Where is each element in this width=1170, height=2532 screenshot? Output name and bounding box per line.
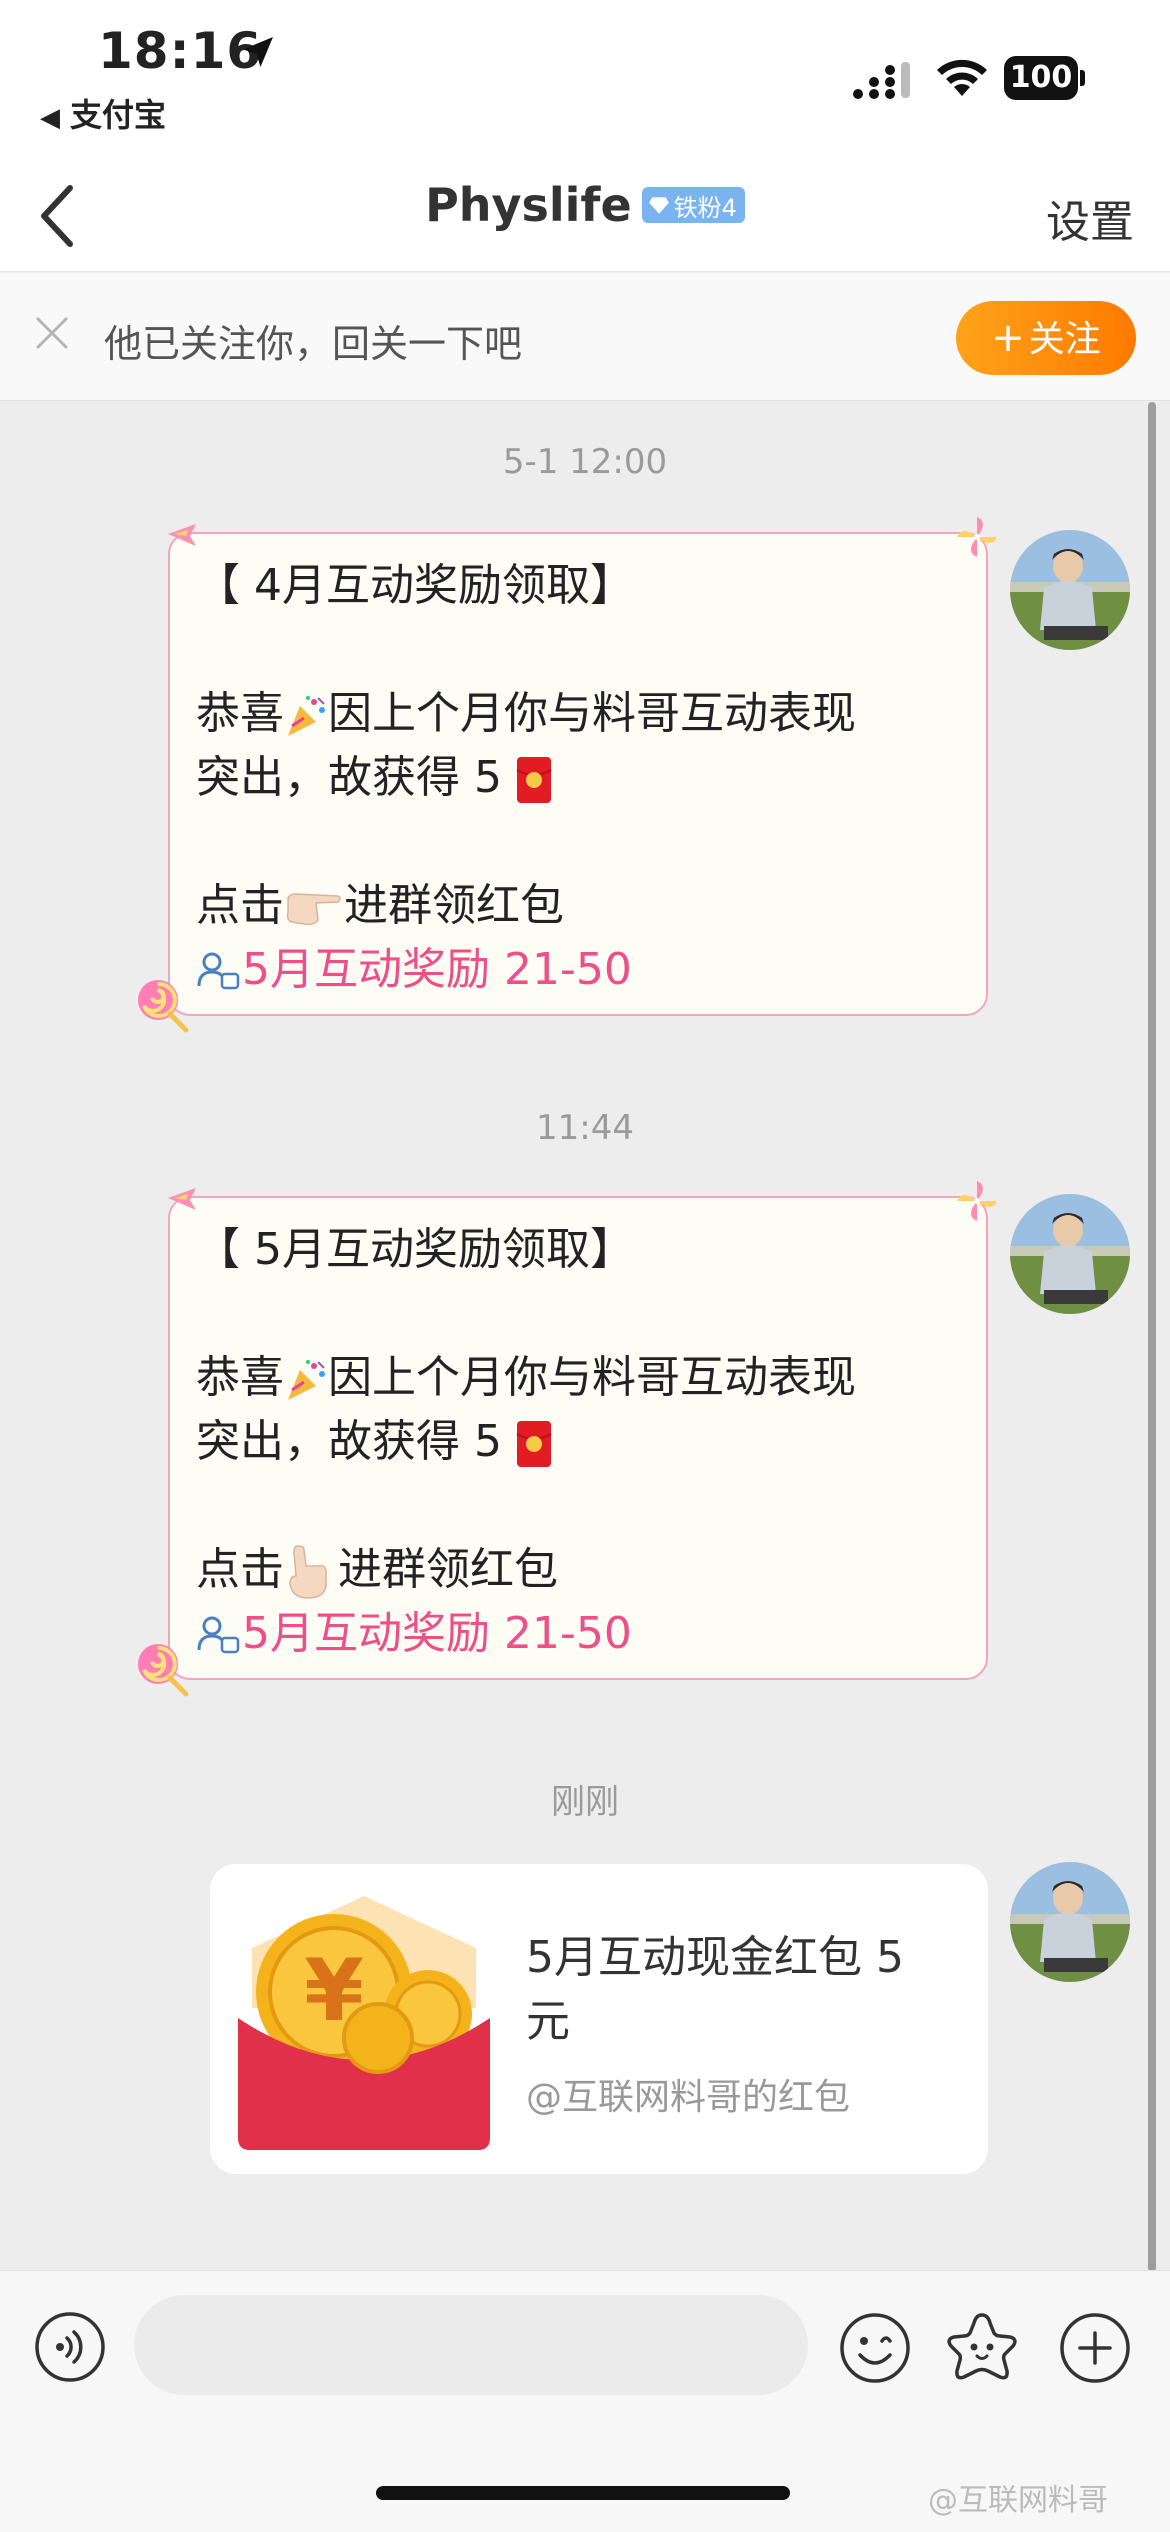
plus-icon: + [991,315,1025,361]
follow-button[interactable]: + 关注 [956,301,1136,375]
message-line: 恭喜 因上个月你与料哥互动表现 [196,682,960,746]
close-icon[interactable] [32,313,72,353]
follow-button-label: 关注 [1028,319,1101,360]
message-text: 恭喜 [196,1352,284,1403]
message-title: 【 5月互动奖励领取】 [196,1224,634,1275]
fan-badge-label: 铁粉4 [673,193,737,222]
pointing-right-hand-icon [286,893,341,926]
red-packet-card[interactable]: ¥ 5月互动现金红包 5 元 @互联网料哥的红包 [210,1864,988,2174]
wifi-icon [937,59,987,96]
group-chat-icon [197,1616,240,1654]
home-indicator[interactable] [376,2486,790,2500]
watermark: @互联网料哥 [928,2483,1108,2518]
pinwheel-decoration-icon [957,1181,997,1221]
diamond-icon [648,197,669,214]
lollipop-decoration-icon [138,1644,189,1697]
message-text: 突出，故获得 5 [196,752,502,803]
plus-icon[interactable] [1058,2311,1132,2385]
pointing-down-hand-icon [289,1545,327,1599]
message-bubble[interactable]: 【 5月互动奖励领取】 恭喜 因上个月你与料哥互动表现 突出，故获得 5 点击 … [138,1181,997,1697]
page-title: Physlife 铁粉4 [0,178,1170,232]
fan-level-badge: 铁粉4 [641,187,745,223]
group-link-label: 5月互动奖励 21-50 [242,944,632,995]
lollipop-decoration-icon [138,980,189,1033]
avatar[interactable] [1010,1862,1130,1982]
scrollbar[interactable] [1148,402,1156,2272]
message-line: 恭喜 因上个月你与料哥互动表现 [196,1346,960,1410]
contact-name[interactable]: Physlife [425,178,632,232]
message-timestamp: 5-1 12:00 [502,442,668,482]
back-to-app[interactable]: ◀ 支付宝 [40,90,166,136]
red-packet-icon: ¥ [238,1896,490,2150]
follow-prompt: 他已关注你，回关一下吧 [104,322,523,366]
smiley-icon[interactable] [838,2311,912,2385]
voice-icon[interactable] [34,2311,106,2383]
red-envelope-icon [516,757,552,803]
settings-button[interactable]: 设置 [1046,186,1134,250]
battery-level: 100 [1004,56,1078,100]
message-text: 进群领红包 [344,880,564,931]
message-text: 因上个月你与料哥互动表现 [328,1352,856,1403]
message-text: 突出，故获得 5 [196,1416,502,1467]
message-text: 恭喜 [196,688,284,739]
message-bubble[interactable]: 【 4月互动奖励领取】 恭喜 因上个月你与料哥互动表现 突出，故获得 5 点击 … [138,517,997,1033]
pennant-decoration-icon [168,524,196,546]
cellular-signal-icon [853,62,910,99]
message-timestamp: 刚刚 [551,1782,619,1822]
message-line: 点击 进群领红包 [196,874,960,938]
chat-header: Physlife 铁粉4 设置 [0,160,1170,272]
group-link[interactable]: 5月互动奖励 21-50 [196,1602,960,1666]
battery-indicator: 100 [1004,56,1085,100]
location-arrow-icon [243,37,273,67]
party-popper-icon [288,696,325,736]
input-bar: @互联网料哥 [0,2270,1170,2532]
avatar[interactable] [1010,1194,1130,1314]
red-packet-title: 5月互动现金红包 5 元 [526,1932,904,2047]
message-line: 突出，故获得 5 [196,746,960,810]
avatar[interactable] [1010,530,1130,650]
message-timestamp: 11:44 [536,1108,634,1148]
group-chat-icon [197,952,240,990]
status-bar: 18:16 ◀ 支付宝 100 [0,0,1170,160]
back-triangle-icon: ◀ [40,103,60,133]
party-popper-icon [288,1360,325,1400]
message-text: 点击 [196,880,284,931]
pennant-decoration-icon [168,1188,196,1210]
group-link[interactable]: 5月互动奖励 21-50 [196,938,960,1002]
group-link-label: 5月互动奖励 21-50 [242,1608,632,1659]
red-packet-sender: @互联网料哥的红包 [526,2077,851,2118]
message-line: 突出，故获得 5 [196,1410,960,1474]
message-input[interactable] [134,2295,808,2395]
message-title: 【 4月互动奖励领取】 [196,560,634,611]
message-text: 因上个月你与料哥互动表现 [328,688,856,739]
follow-banner: 他已关注你，回关一下吧 + 关注 [0,273,1170,401]
message-text: 进群领红包 [338,1544,558,1595]
pinwheel-decoration-icon [957,517,997,557]
red-envelope-icon [516,1421,552,1467]
message-line: 点击 进群领红包 [196,1538,960,1602]
back-app-label: 支付宝 [70,96,167,134]
chat-area[interactable]: 5-1 12:00 【 4月互动奖励领取】 恭喜 因上个月你与料哥互动表现 突出… [0,402,1170,2272]
star-sticker-icon[interactable] [944,2309,1020,2385]
message-text: 点击 [196,1544,284,1595]
